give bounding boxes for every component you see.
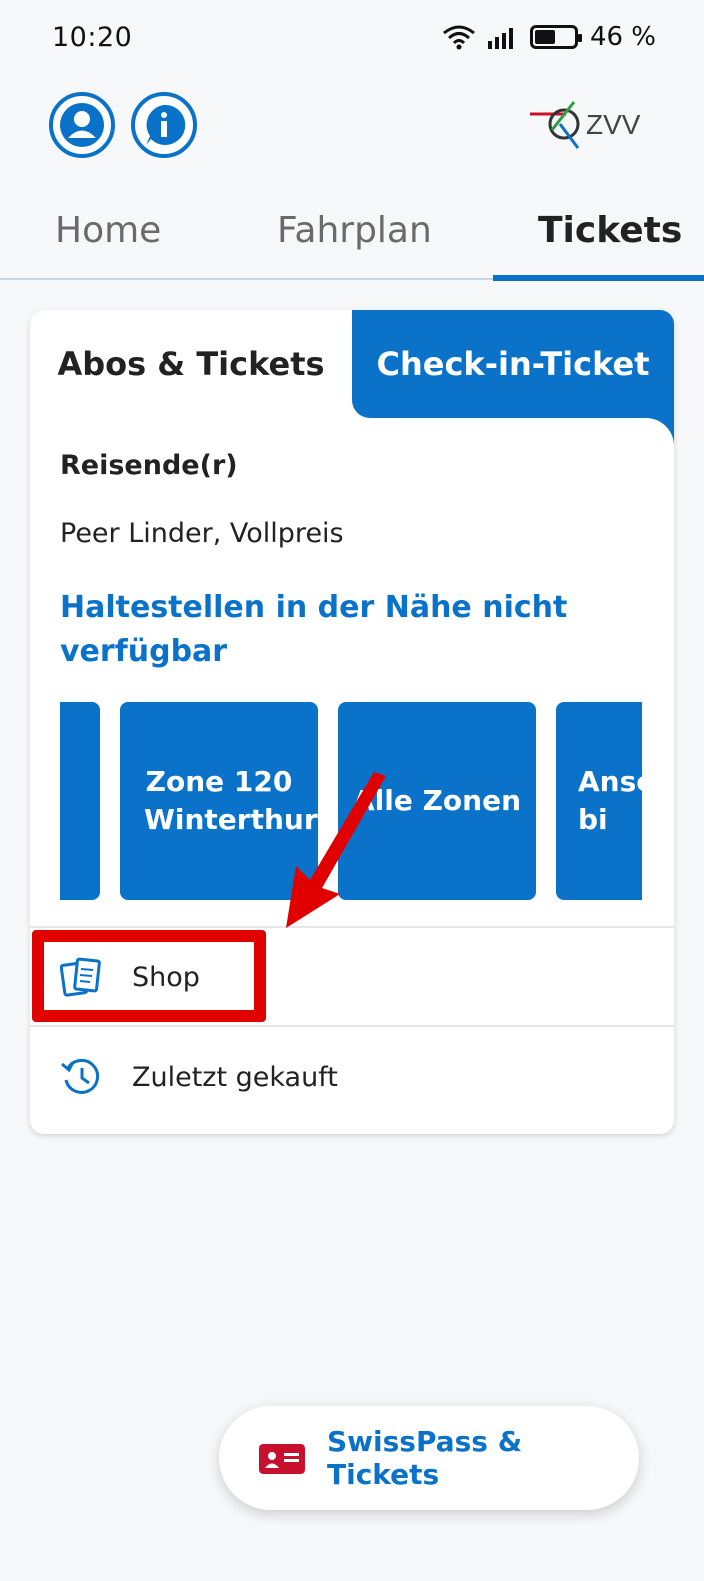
stops-message[interactable]: Haltestellen in der Nähe nicht verfügbar — [60, 586, 620, 674]
tab-tickets[interactable]: Tickets — [538, 210, 682, 251]
person-icon — [60, 103, 104, 147]
battery-percent: 46 % — [589, 22, 656, 52]
status-time: 10:20 — [52, 22, 133, 53]
info-icon — [146, 104, 186, 145]
zone-tile-partial[interactable]: Ansc bi — [556, 702, 642, 900]
history-icon — [61, 1058, 100, 1094]
battery-icon — [529, 25, 582, 49]
status-bar: 10:20 46 % — [0, 0, 704, 76]
subtab-abos-tickets[interactable]: Abos & Tickets — [30, 310, 352, 418]
info-button[interactable] — [131, 92, 197, 158]
divider — [30, 1025, 674, 1027]
zone-tile[interactable] — [60, 702, 100, 900]
wifi-icon — [443, 25, 475, 50]
traveler-label: Reisende(r) — [60, 450, 238, 481]
swisspass-card-icon — [259, 1444, 305, 1474]
recently-bought-label: Zuletzt gekauft — [132, 1061, 338, 1093]
swisspass-tickets-label: SwissPass & Tickets — [327, 1425, 523, 1491]
traveler-value: Peer Linder, Vollpreis — [60, 518, 344, 549]
zvv-logo: ZVV — [530, 98, 652, 152]
tab-fahrplan[interactable]: Fahrplan — [277, 210, 432, 251]
recently-bought-row[interactable]: Zuletzt gekauft — [30, 1028, 674, 1126]
corner-decoration — [646, 418, 674, 446]
profile-button[interactable] — [49, 92, 115, 158]
zone-tile-label: Ansc bi — [578, 765, 642, 836]
status-icons: 46 % — [442, 22, 656, 52]
logo-text: ZVV — [586, 109, 641, 140]
subtab-check-in-ticket[interactable]: Check-in-Ticket — [352, 310, 674, 418]
pointer-arrow — [286, 772, 386, 928]
tab-home[interactable]: Home — [55, 210, 161, 251]
shop-highlight-box — [32, 930, 266, 1022]
swisspass-tickets-button[interactable]: SwissPass & Tickets — [219, 1406, 639, 1510]
tab-selected-indicator — [493, 275, 704, 281]
signal-icon — [487, 28, 513, 49]
main-tabs: Home Fahrplan Tickets — [0, 190, 704, 281]
